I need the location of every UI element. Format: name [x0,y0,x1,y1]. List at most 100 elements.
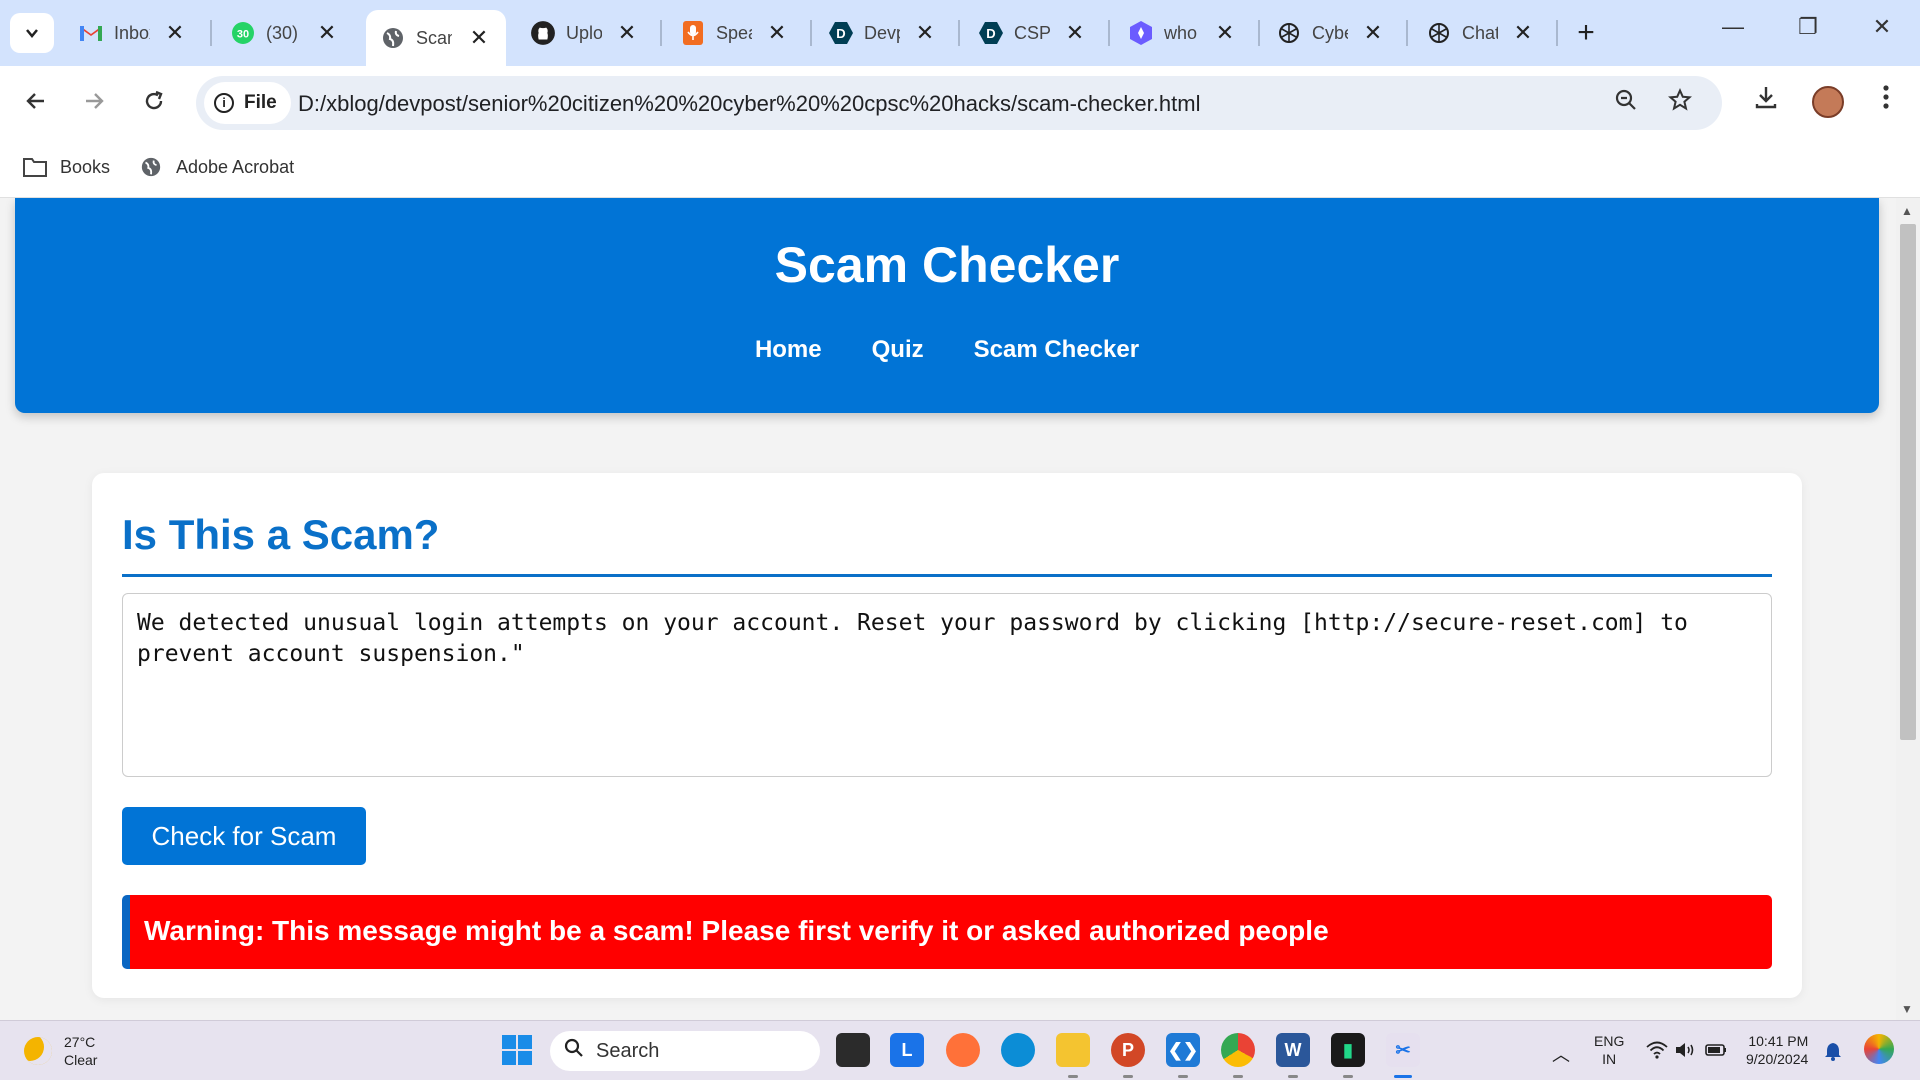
downloads-button[interactable] [1746,84,1786,117]
address-bar[interactable]: i File D:/xblog/devpost/senior%20citizen… [196,76,1722,130]
tab-separator [1556,20,1558,46]
running-indicator [1288,1075,1298,1078]
tab-separator [810,20,812,46]
edge-icon[interactable] [1001,1033,1035,1067]
start-button[interactable] [502,1035,532,1065]
tab-title: Inbox [114,22,150,43]
tab-cyber[interactable]: Cyber ✕ [1276,12,1386,54]
browser-toolbar: i File D:/xblog/devpost/senior%20citizen… [0,66,1920,140]
lang-code: ENG [1594,1033,1625,1049]
snipping-tool-icon[interactable]: ✂ [1386,1033,1420,1067]
close-icon[interactable]: ✕ [1510,20,1536,46]
restore-button[interactable]: ❐ [1788,14,1828,40]
word-icon[interactable]: W [1276,1033,1310,1067]
scroll-up-arrow-icon[interactable]: ▲ [1901,204,1913,218]
arrow-right-icon [86,93,104,109]
minimize-button[interactable]: — [1713,14,1753,40]
tab-title: CSPC [1014,22,1050,43]
chevron-up-icon[interactable]: ︿ [1552,1041,1570,1067]
firefox-icon[interactable] [946,1033,980,1067]
file-explorer-icon[interactable] [836,1033,870,1067]
running-indicator [1343,1075,1353,1078]
close-icon[interactable]: ✕ [314,20,340,46]
star-icon[interactable] [1664,88,1696,119]
tab-scam-checker[interactable]: Scam Checker ✕ [366,10,506,66]
running-indicator [1068,1075,1078,1078]
tab-speak[interactable]: Speak ✕ [680,12,790,54]
site-info-chip[interactable]: i File [204,82,291,124]
url-text[interactable]: D:/xblog/devpost/senior%20citizen%20%20c… [298,91,1200,117]
bookmark-adobe-acrobat[interactable]: Adobe Acrobat [138,156,294,178]
powerpoint-icon[interactable]: P [1111,1033,1145,1067]
vscode-icon[interactable]: ❮❯ [1166,1033,1200,1067]
message-input[interactable]: We detected unusual login attempts on yo… [122,593,1772,777]
tab-separator [1258,20,1260,46]
close-icon[interactable]: ✕ [466,25,492,51]
nav-home-link[interactable]: Home [755,336,822,364]
site-nav: Home Quiz Scam Checker [15,336,1879,364]
close-icon[interactable]: ✕ [912,20,938,46]
whatsapp-icon: 30 [230,20,256,46]
close-icon[interactable]: ✕ [614,20,640,46]
launcher-icon[interactable]: L [890,1033,924,1067]
wifi-icon[interactable] [1646,1041,1668,1064]
notification-bell-icon[interactable] [1824,1041,1842,1066]
close-window-button[interactable]: ✕ [1862,14,1902,40]
tab-whatsapp[interactable]: 30 (30) ✕ [230,12,340,54]
tab-separator [210,20,212,46]
scroll-down-arrow-icon[interactable]: ▼ [1901,1002,1913,1016]
scroll-thumb[interactable] [1900,224,1916,740]
new-tab-button[interactable]: + [1570,17,1602,49]
tab-search-button[interactable] [10,13,54,53]
nav-quiz-link[interactable]: Quiz [872,336,924,364]
language-indicator[interactable]: ENG IN [1594,1032,1624,1068]
reload-icon [145,90,163,110]
close-icon[interactable]: ✕ [764,20,790,46]
tab-separator [958,20,960,46]
checker-heading: Is This a Scam? [122,511,440,558]
github-icon [530,20,556,46]
check-for-scam-button[interactable]: Check for Scam [122,807,366,865]
volume-icon[interactable] [1674,1041,1696,1064]
profile-avatar[interactable] [1812,86,1844,118]
copilot-icon[interactable] [1864,1034,1894,1064]
info-icon: i [214,93,234,113]
gmail-icon [78,20,104,46]
tab-devpost[interactable]: D Devpost ✕ [828,12,938,54]
battery-icon[interactable] [1704,1041,1728,1064]
more-vert-icon [1883,85,1889,109]
weather-widget[interactable]: 27°C Clear [24,1033,97,1069]
tab-cspc[interactable]: D CSPC ✕ [978,12,1088,54]
tab-github[interactable]: Upload ✕ [530,12,640,54]
zoom-icon[interactable] [1610,88,1642,119]
tab-chatgpt[interactable]: ChatGPT ✕ [1426,12,1536,54]
pycharm-icon[interactable]: ▮ [1331,1033,1365,1067]
bookmark-books[interactable]: Books [22,156,110,178]
svg-text:D: D [836,26,845,41]
system-clock[interactable]: 10:41 PM 9/20/2024 [1746,1032,1808,1068]
tab-who[interactable]: who ✕ [1128,12,1238,54]
taskbar-search[interactable]: Search [550,1031,820,1071]
search-icon [564,1038,584,1064]
menu-button[interactable] [1866,84,1906,117]
tab-separator [1108,20,1110,46]
forward-button[interactable] [74,84,114,124]
nav-scam-checker-link[interactable]: Scam Checker [974,336,1139,364]
back-button[interactable] [16,84,56,124]
close-icon[interactable]: ✕ [1062,20,1088,46]
close-icon[interactable]: ✕ [1212,20,1238,46]
close-icon[interactable]: ✕ [1360,20,1386,46]
folder-icon[interactable] [1056,1033,1090,1067]
tab-title: Speak [716,22,752,43]
globe-icon [141,157,161,177]
reload-button[interactable] [134,84,174,124]
active-indicator [1394,1075,1412,1078]
close-icon[interactable]: ✕ [162,20,188,46]
arrow-left-icon [26,93,44,109]
chatgpt-icon [1276,20,1302,46]
page-scrollbar[interactable]: ▲ ▼ [1896,198,1920,1020]
clock-date: 9/20/2024 [1746,1051,1809,1067]
tab-title: (30) [266,22,299,43]
tab-gmail[interactable]: Inbox ✕ [78,12,188,54]
chrome-icon[interactable] [1221,1033,1255,1067]
